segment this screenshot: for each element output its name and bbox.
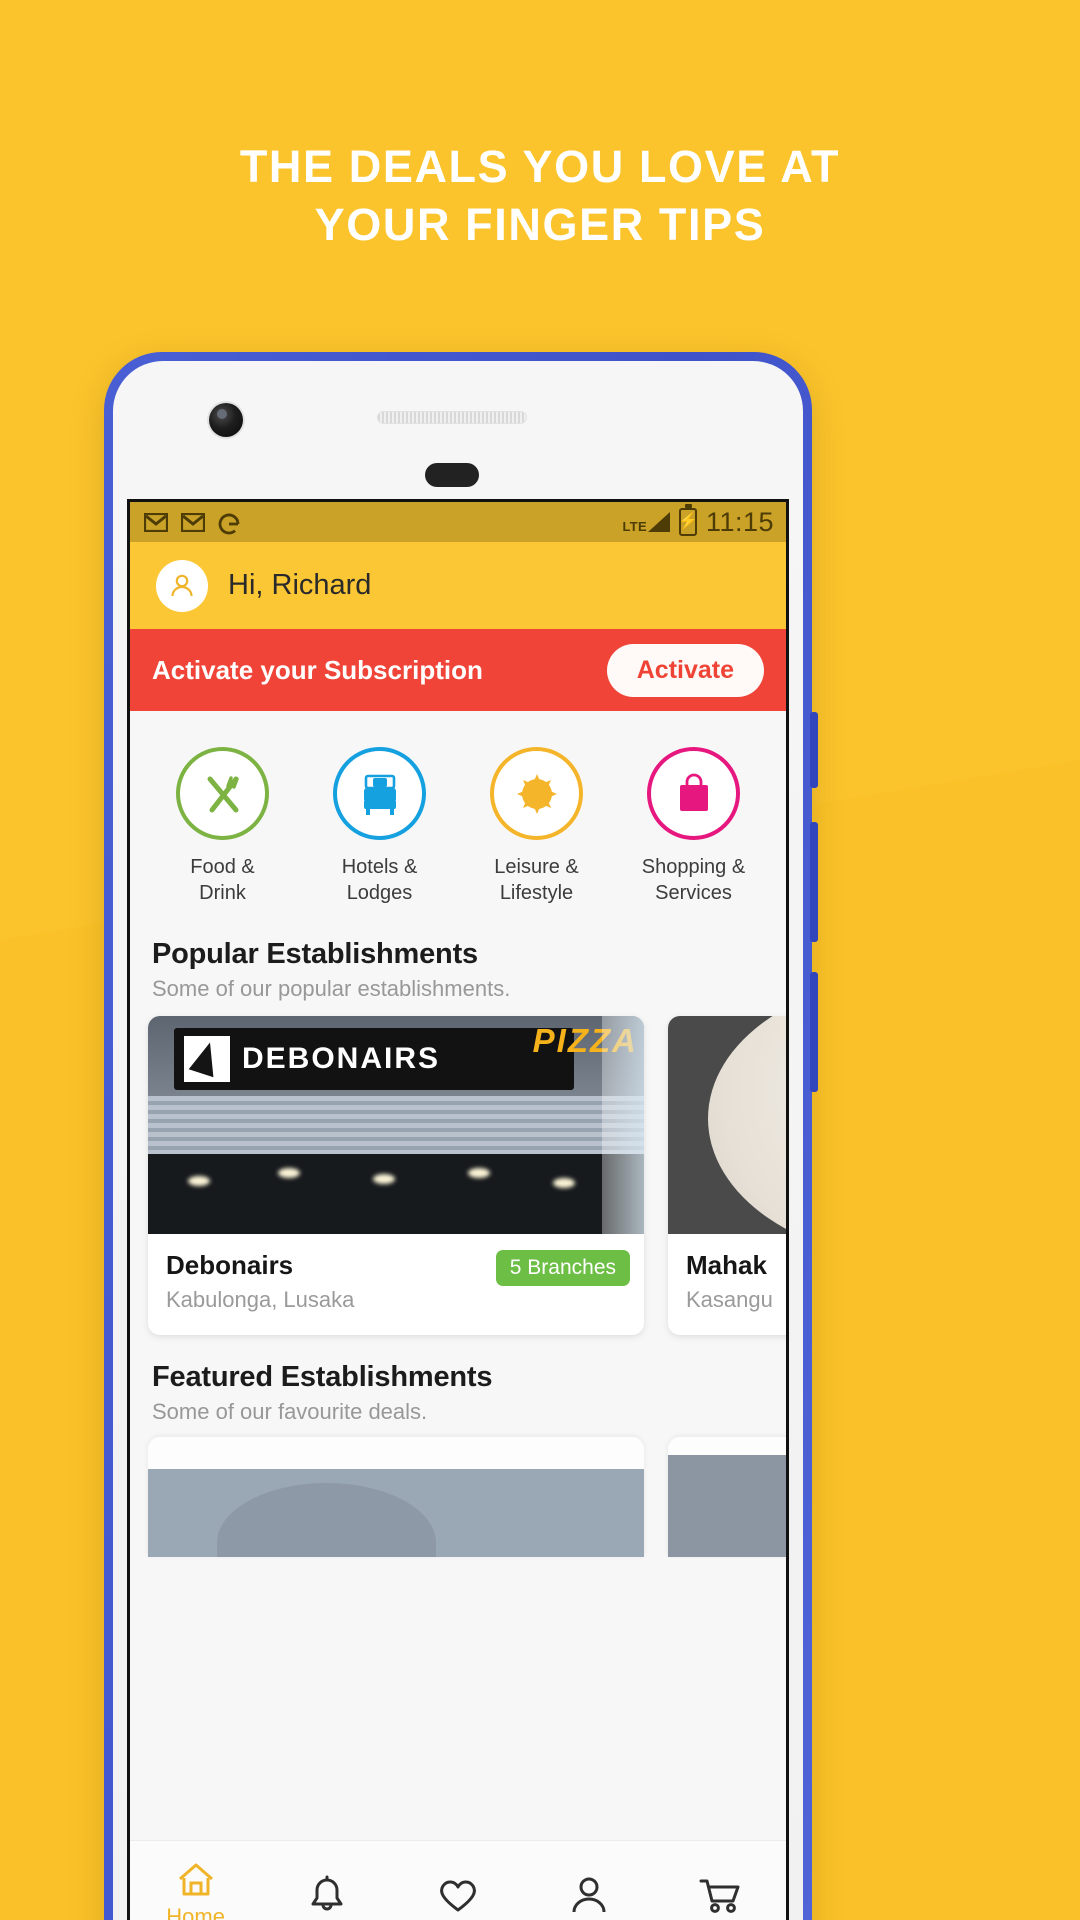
debonairs-logo-icon [184, 1036, 230, 1082]
network-label: LTE [622, 519, 647, 534]
nav-item-home[interactable]: Home [141, 1859, 251, 1920]
branch-count-badge: 5 Branches [495, 1250, 630, 1286]
app-screen: LTE ⚡ 11:15 Hi, Richard Activate your Su… [127, 499, 789, 1920]
category-leisure-and-lifestyle[interactable]: Leisure & Lifestyle [463, 747, 611, 906]
proximity-sensor [425, 463, 479, 487]
category-label-line-2: Drink [199, 882, 246, 904]
heart-icon [440, 1880, 476, 1911]
sun-icon [490, 747, 583, 840]
signal-bars-icon [647, 512, 670, 532]
home-icon [178, 1863, 213, 1896]
establishment-location: Kasangu [686, 1287, 773, 1312]
status-bar-system: LTE ⚡ 11:15 [622, 504, 774, 538]
bed-icon [333, 747, 426, 840]
category-label-line-2: Services [655, 882, 732, 904]
activate-subscription-button[interactable]: Activate [606, 643, 764, 697]
category-label-line-1: Shopping & [641, 856, 746, 878]
bottom-navigation-bar: Home [130, 1840, 786, 1920]
battery-charging-icon: ⚡ [677, 504, 698, 536]
nav-item-cart[interactable] [665, 1873, 775, 1917]
featured-image [148, 1437, 644, 1557]
ceiling-light [278, 1168, 300, 1178]
nav-item-profile[interactable] [534, 1873, 644, 1917]
featured-card[interactable] [148, 1437, 644, 1557]
establishment-location: Kabulonga, Lusaka [166, 1287, 355, 1312]
popular-section-header: Popular Establishments Some of our popul… [130, 930, 786, 1002]
user-avatar-icon[interactable] [156, 559, 208, 612]
gmail-icon [181, 512, 205, 532]
shop-shutter [148, 1096, 644, 1154]
status-bar-notifications [144, 512, 242, 534]
storefront-glass [602, 1016, 644, 1234]
phone-power-button [810, 972, 818, 1092]
ceiling-light [373, 1174, 395, 1184]
nav-item-favourites[interactable] [403, 1874, 513, 1916]
shopping-bag-icon [647, 747, 740, 840]
phone-body: LTE ⚡ 11:15 Hi, Richard Activate your Su… [113, 361, 803, 1920]
phone-volume-button [810, 822, 818, 942]
establishment-card[interactable]: DEBONAIRS PIZZA Debonairs Kabulonga, Lus… [148, 1016, 644, 1335]
featured-card-list[interactable] [130, 1425, 786, 1557]
featured-subtitle: Some of our favourite deals. [152, 1399, 428, 1424]
shop-interior [148, 1154, 644, 1234]
featured-image [668, 1437, 786, 1557]
network-indicator: LTE [622, 512, 670, 534]
category-hotels-and-lodges[interactable]: Hotels & Lodges [306, 747, 454, 906]
establishment-image: DEBONAIRS PIZZA [148, 1016, 644, 1234]
category-label-line-1: Leisure & [494, 856, 579, 878]
earpiece-speaker [377, 411, 527, 424]
category-label: Shopping & Services [642, 854, 745, 906]
establishment-card[interactable]: Mahak Kasangu [668, 1016, 786, 1335]
establishment-image [668, 1016, 786, 1234]
category-food-and-drink[interactable]: Food & Drink [149, 747, 297, 906]
category-label: Hotels & Lodges [342, 854, 418, 906]
gmail-icon [144, 512, 168, 532]
popular-subtitle: Some of our popular establishments. [152, 976, 511, 1001]
subscription-message: Activate your Subscription [152, 654, 483, 685]
front-camera-icon [209, 403, 243, 437]
category-label-line-2: Lifestyle [499, 882, 574, 904]
status-bar-clock: 11:15 [705, 506, 774, 537]
category-label: Leisure & Lifestyle [494, 854, 579, 906]
popular-title: Popular Establishments [152, 938, 478, 970]
person-icon [572, 1877, 606, 1912]
category-label-line-1: Hotels & [341, 856, 418, 878]
cutlery-icon [176, 747, 269, 840]
category-label-line-1: Food & [190, 856, 255, 878]
google-icon [218, 513, 242, 534]
popular-card-list[interactable]: DEBONAIRS PIZZA Debonairs Kabulonga, Lus… [130, 1002, 786, 1349]
ceiling-light [188, 1176, 210, 1186]
promo-headline: THE DEALS YOU LOVE AT YOUR FINGER TIPS [0, 138, 1080, 254]
debonairs-signage: DEBONAIRS [174, 1028, 574, 1090]
subscription-banner: Activate your Subscription Activate [130, 629, 786, 711]
featured-card[interactable] [668, 1437, 786, 1557]
nav-item-home-label: Home [166, 1904, 225, 1920]
featured-title: Featured Establishments [152, 1361, 493, 1393]
ceiling-light [553, 1178, 575, 1188]
cart-icon [699, 1879, 740, 1913]
ceiling-light [468, 1168, 490, 1178]
greeting-bar: Hi, Richard [130, 542, 786, 629]
phone-side-button [810, 712, 818, 788]
category-label: Food & Drink [190, 854, 254, 906]
establishment-name: Mahak [686, 1250, 767, 1280]
bell-icon [311, 1875, 343, 1910]
category-label-line-2: Lodges [346, 882, 413, 904]
camera-lens-dot [217, 409, 227, 419]
category-shopping-and-services[interactable]: Shopping & Services [620, 747, 768, 906]
status-bar: LTE ⚡ 11:15 [130, 502, 786, 542]
promo-headline-line-1: THE DEALS YOU LOVE AT [239, 141, 841, 192]
phone-mockup: LTE ⚡ 11:15 Hi, Richard Activate your Su… [104, 352, 818, 1920]
brand-wordmark: DEBONAIRS [242, 1042, 441, 1075]
charging-bolt-glyph: ⚡ [677, 513, 698, 530]
establishment-details: Debonairs Kabulonga, Lusaka 5 Branches [148, 1234, 644, 1335]
featured-section-header: Featured Establishments Some of our favo… [130, 1349, 786, 1425]
nav-item-notifications[interactable] [272, 1873, 382, 1917]
greeting-text: Hi, Richard [228, 569, 372, 601]
category-row: Food & Drink Hotels & Lodges Leisure & L… [130, 711, 786, 930]
promo-headline-line-2: YOUR FINGER TIPS [314, 199, 766, 250]
establishment-details: Mahak Kasangu [668, 1234, 786, 1335]
